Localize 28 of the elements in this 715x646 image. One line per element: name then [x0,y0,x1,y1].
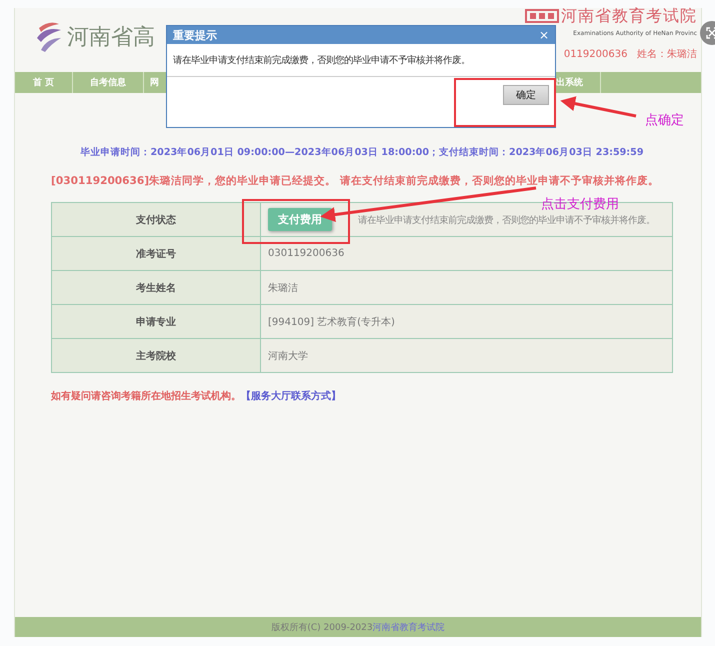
field-label: 支付状态 [52,202,260,236]
dialog-message: 请在毕业申请支付结束前完成缴费，否则您的毕业申请不予审核并将作废。 [167,44,555,77]
field-label: 准考证号 [52,236,260,270]
field-value: 朱璐洁 [260,270,672,304]
close-button[interactable]: × [538,28,549,42]
authority-name: 河南省教育考试院 [561,8,697,24]
footer-link[interactable]: 河南省教育考试院 [372,620,445,634]
copyright-text: 版权所有(C) 2009-2023 [271,622,373,634]
notice-text: [030119200636]朱璐洁同学，您的毕业申请已经提交。 请在支付结束前完成缴费，否则您的毕业申请不予审核并将作废。 [51,174,660,188]
user-info: 0119200636 姓名：朱璐洁 [564,48,697,61]
contact-link[interactable]: 【服务大厅联系方式】 [241,391,341,402]
field-value: 030119200636 [260,236,672,270]
pay-button[interactable]: 支付费用 [268,208,332,231]
annotation-text: 点击支付费用 [541,196,619,213]
site-title: 河南省高 [67,24,155,52]
field-value: [994109] 艺术教育(专升本) [260,304,672,338]
field-value: 河南大学 [260,338,672,372]
schedule-text: 毕业申请时间：2023年06月01日 09:00:00—2023年06月03日 18:00:00；支付结束时间：2023年06月03日 23:59:59 [80,146,644,159]
field-label: 主考院校 [52,338,260,372]
annotation-text: 点确定 [645,112,684,129]
help-text: 如有疑问请咨询考籍所在地招生考试机构。 [51,391,241,402]
field-label: 申请专业 [52,304,260,338]
payment-note: 请在毕业申请支付结束前完成缴费，否则您的毕业申请不予审核并将作废。 [358,215,655,226]
field-label: 考生姓名 [52,270,260,304]
nav-item[interactable]: 首 页 [15,72,73,93]
confirm-button[interactable]: 确定 [503,85,549,105]
nav-item[interactable]: 自考信息 [73,72,144,93]
dialog-title: 重要提示 [173,28,217,42]
